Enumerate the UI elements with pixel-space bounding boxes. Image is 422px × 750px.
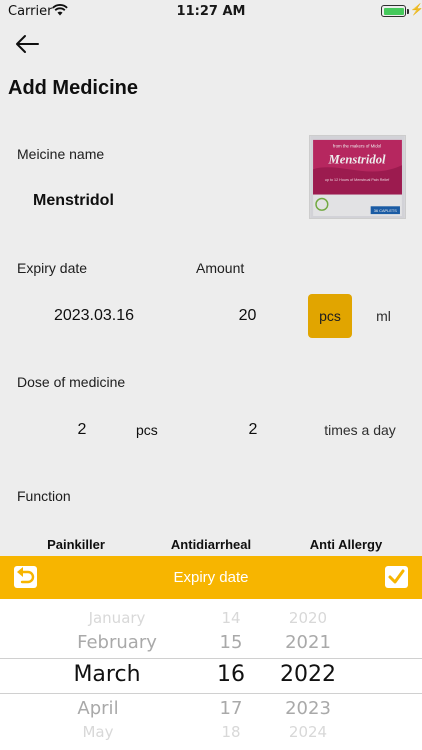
undo-icon xyxy=(17,567,35,584)
undo-button[interactable] xyxy=(14,566,37,588)
year-option-selected[interactable]: 2022 xyxy=(268,662,348,687)
year-option[interactable]: 2021 xyxy=(268,632,348,653)
year-option[interactable]: 2023 xyxy=(268,698,348,719)
selection-line-top xyxy=(0,658,422,659)
month-option[interactable]: May xyxy=(33,723,163,741)
day-option[interactable]: 17 xyxy=(201,698,261,719)
month-option[interactable]: January xyxy=(52,609,182,627)
confirm-button[interactable] xyxy=(385,566,408,588)
date-picker[interactable]: January February March April May 14 15 1… xyxy=(0,599,422,750)
checkmark-icon xyxy=(388,569,405,584)
day-option[interactable]: 14 xyxy=(201,609,261,627)
day-option[interactable]: 15 xyxy=(201,632,261,653)
month-option-selected[interactable]: March xyxy=(42,662,172,687)
year-option[interactable]: 2020 xyxy=(268,609,348,627)
day-option-selected[interactable]: 16 xyxy=(201,662,261,687)
month-option[interactable]: February xyxy=(52,632,182,653)
picker-title: Expiry date xyxy=(173,569,249,586)
month-option[interactable]: April xyxy=(33,698,163,719)
selection-line-bottom xyxy=(0,693,422,694)
day-option[interactable]: 18 xyxy=(201,723,261,741)
year-option[interactable]: 2024 xyxy=(268,723,348,741)
